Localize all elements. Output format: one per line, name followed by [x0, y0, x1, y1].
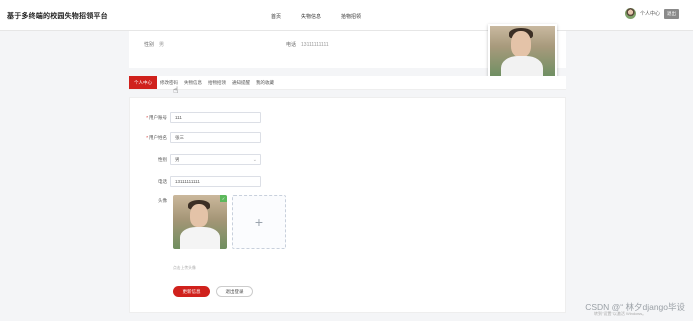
hand-cursor-icon: ☝ — [173, 85, 179, 95]
tab-lost-items[interactable]: 失物信息 — [181, 76, 205, 89]
nav-home[interactable]: 首页 — [271, 13, 281, 20]
avatar-label: 头像 — [158, 198, 167, 203]
account-input[interactable]: 111 — [170, 112, 261, 123]
check-icon: ✓ — [220, 195, 227, 202]
tab-notifications[interactable]: 通知提醒 — [229, 76, 253, 89]
nav-found-items[interactable]: 拾物招领 — [341, 13, 361, 20]
plus-icon: + — [254, 214, 264, 230]
upload-hint: 点击上传头像 — [173, 266, 196, 270]
top-navbar: 基于多终端的校园失物招领平台 首页 失物信息 拾物招领 个人中心 退出 — [0, 0, 693, 31]
add-avatar-button[interactable]: + — [232, 195, 286, 249]
summary-gender-value: 男 — [159, 42, 165, 48]
phone-input[interactable]: 13111111111 — [170, 176, 261, 187]
summary-phone-value: 13111111111 — [301, 42, 329, 48]
phone-label: 电话 — [158, 178, 167, 184]
summary-phone-label: 电话 — [286, 42, 297, 48]
update-info-button[interactable]: 更新信息 — [173, 286, 210, 297]
site-brand[interactable]: 基于多终端的校园失物招领平台 — [7, 11, 108, 21]
tab-favorites[interactable]: 我的收藏 — [253, 76, 277, 89]
csdn-watermark: CSDN @“ 林夕django毕设 — [585, 302, 685, 312]
form-row-account: *用户账号 111 — [130, 112, 261, 123]
user-area: 个人中心 退出 — [624, 8, 679, 19]
thumb-face — [190, 204, 208, 227]
personal-center-link[interactable]: 个人中心 — [640, 10, 660, 17]
chevron-down-icon: ⌄ — [252, 157, 257, 163]
photo-face — [511, 31, 531, 57]
logout-button[interactable]: 退出登录 — [216, 286, 253, 297]
tab-personal-center[interactable]: 个人中心 — [129, 76, 157, 89]
name-input[interactable]: 张三 — [170, 132, 261, 143]
form-row-gender: 性别 男 ⌄ — [130, 154, 261, 165]
profile-photo — [488, 24, 557, 79]
summary-phone: 电话 13111111111 — [286, 41, 329, 48]
avatar-thumbnail[interactable]: ✓ — [173, 195, 227, 249]
gender-select[interactable]: 男 ⌄ — [170, 154, 261, 165]
summary-gender-label: 性别 — [144, 42, 155, 48]
gender-select-value: 男 — [175, 157, 180, 162]
form-row-name: *用户姓名 张三 — [130, 132, 261, 143]
account-label: *用户账号 — [146, 114, 167, 120]
avatar[interactable] — [624, 8, 636, 19]
main-nav: 首页 失物信息 拾物招领 — [271, 13, 361, 20]
form-row-avatar: 头像 — [130, 198, 170, 204]
avatar-upload: ✓ + — [173, 195, 286, 249]
form-row-phone: 电话 13111111111 — [130, 176, 261, 187]
tab-found-items[interactable]: 拾物招领 — [205, 76, 229, 89]
nav-lost-items[interactable]: 失物信息 — [301, 13, 321, 20]
gender-label: 性别 — [158, 156, 167, 162]
profile-tabs: 个人中心 修改密码 失物信息 拾物招领 通知提醒 我的收藏 — [129, 76, 566, 90]
header-logout-button[interactable]: 退出 — [664, 8, 679, 19]
page: 基于多终端的校园失物招领平台 首页 失物信息 拾物招领 个人中心 退出 性别男 … — [0, 0, 693, 321]
profile-form: *用户账号 111 *用户姓名 张三 性别 男 ⌄ 电话 13111111111… — [129, 97, 566, 313]
summary-gender: 性别男 — [144, 41, 164, 48]
name-label: *用户姓名 — [146, 134, 167, 140]
thumb-body — [180, 227, 220, 249]
